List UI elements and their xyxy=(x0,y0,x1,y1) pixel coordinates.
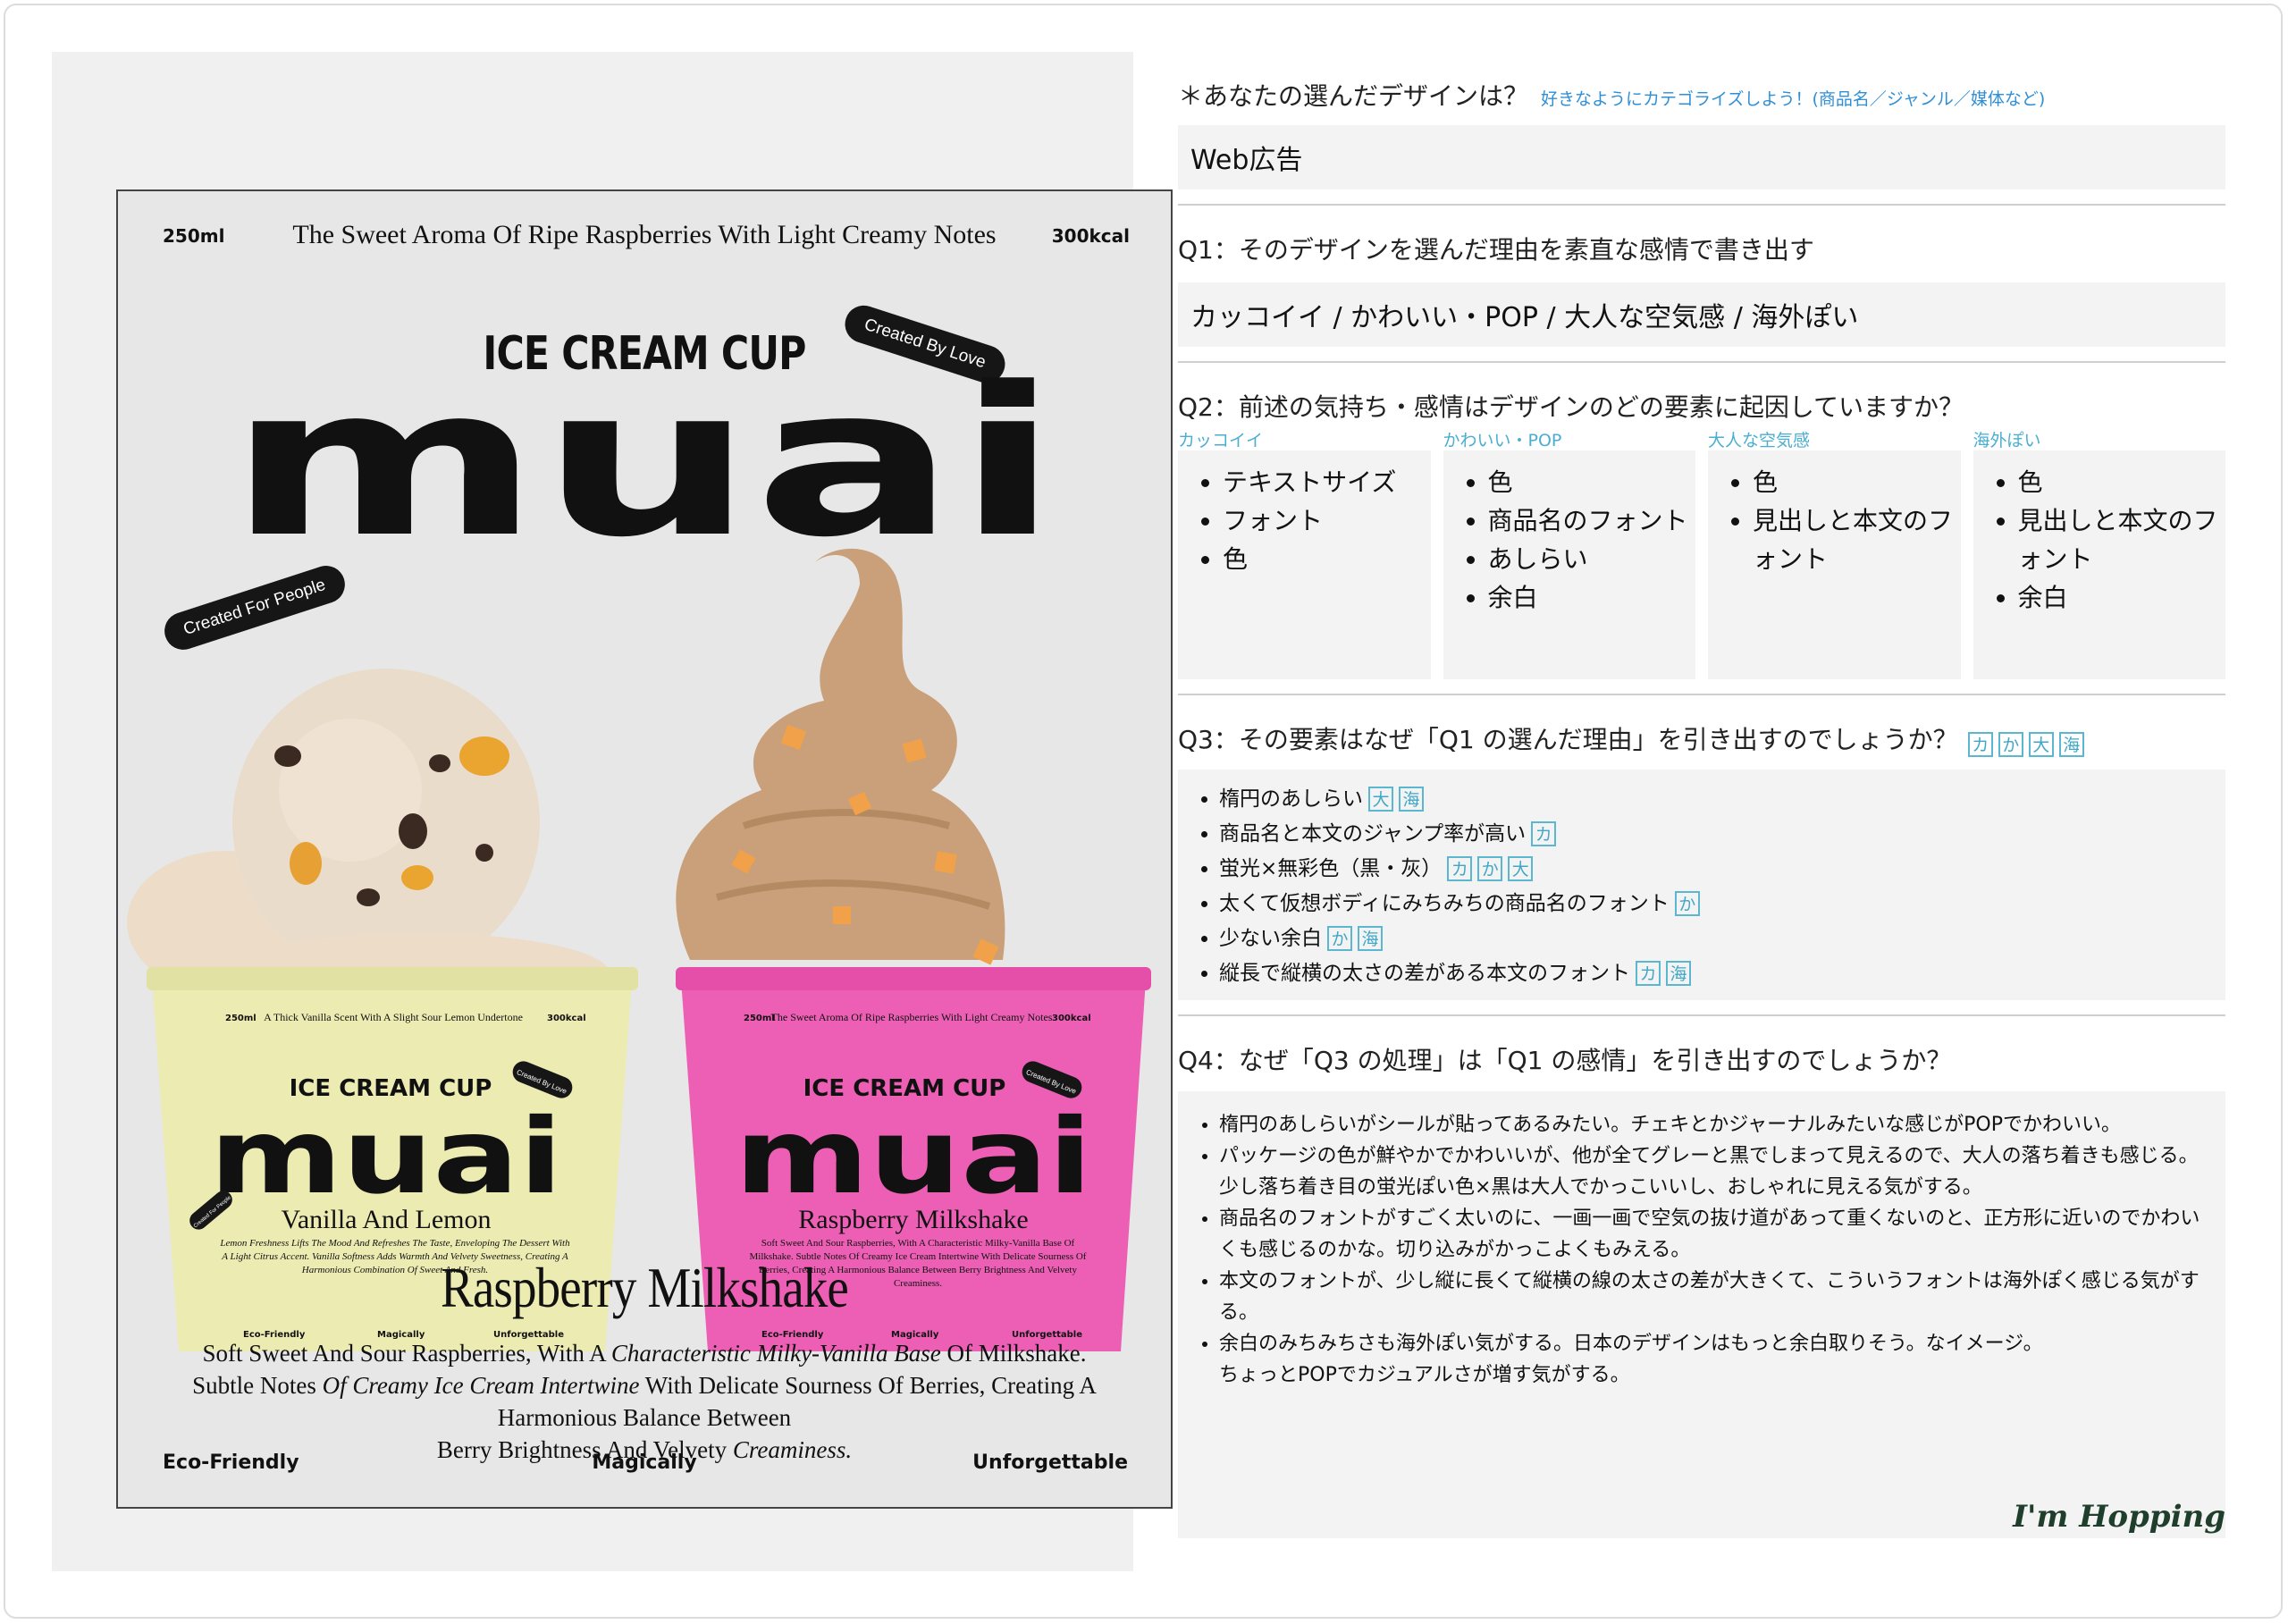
product-photo: 250ml A Thick Vanilla Scent With A Sligh… xyxy=(127,548,1151,1351)
tag: か xyxy=(1327,926,1352,951)
poster-tagline: The Sweet Aroma Of Ripe Raspberries With… xyxy=(292,220,997,249)
analysis-form: ＊あなたの選んだデザインは？ 好きなようにカテゴライズしよう！(商品名／ジャンル／… xyxy=(1178,52,2225,1538)
tag: か xyxy=(1477,856,1503,881)
list-item: 商品名のフォントがすごく太いのに、一画一画で空気の抜け道があって重くないのと、正… xyxy=(1219,1203,2216,1266)
left-cup-volume: 250ml xyxy=(225,1014,257,1023)
q2-column-box[interactable]: テキストサイズ フォント 色 xyxy=(1178,450,1431,679)
q2-column-box[interactable]: 色 商品名のフォント あしらい 余白 xyxy=(1443,450,1695,679)
list-item: 余白のみちみちさも海外ぽい気がする。日本のデザインはもっと余白取りそう。なイメー… xyxy=(1219,1328,2216,1391)
right-cup-flavor: Raspberry Milkshake xyxy=(798,1205,1028,1234)
poster-calories: 300kcal xyxy=(1051,225,1130,247)
divider xyxy=(1178,204,2225,206)
list-item: 楕円のあしらいがシールが貼ってあるみたい。チェキとかジャーナルみたいな感じがPO… xyxy=(1219,1109,2216,1140)
q4-answer-box[interactable]: 楕円のあしらいがシールが貼ってあるみたい。チェキとかジャーナルみたいな感じがPO… xyxy=(1178,1090,2225,1538)
left-cup-tagline: A Thick Vanilla Scent With A Slight Sour… xyxy=(264,1011,523,1023)
tag: カ xyxy=(1636,961,1661,986)
list-item: 蛍光×無彩色（黒・灰）カか大 xyxy=(1219,852,2216,887)
raspberry-swirl xyxy=(676,548,1005,965)
q2-column-cool: カッコイイ テキストサイズ フォント 色 xyxy=(1178,427,1431,679)
list-item: 楕円のあしらい大海 xyxy=(1219,782,2216,817)
left-cup-calories: 300kcal xyxy=(547,1014,586,1023)
divider xyxy=(1178,361,2225,363)
q2-column-box[interactable]: 色 見出しと本文のフォント 余白 xyxy=(1973,450,2225,679)
divider xyxy=(1178,694,2225,695)
left-cup-flavor: Vanilla And Lemon xyxy=(282,1205,492,1234)
q0-row: ＊あなたの選んだデザインは？ 好きなようにカテゴライズしよう！(商品名／ジャンル／… xyxy=(1178,77,2225,120)
q3-row: Q3：その要素はなぜ「Q1 の選んだ理由」を引き出すのでしょうか？ カか大海 xyxy=(1178,720,2225,757)
tag: カ xyxy=(1531,821,1557,846)
bottom-unforgettable: Unforgettable xyxy=(972,1452,1128,1474)
q2-label: Q2：前述の気持ち・感情はデザインのどの要素に起因していますか？ xyxy=(1178,392,1964,422)
list-item: 色 xyxy=(1223,540,1426,578)
q0-label: ＊あなたの選んだデザインは？ xyxy=(1178,81,1529,111)
list-item: 色 xyxy=(1488,463,1691,501)
poster: 250ml The Sweet Aroma Of Ripe Raspberrie… xyxy=(116,189,1173,1509)
legend-tag: 海 xyxy=(2058,731,2084,757)
tag: 大 xyxy=(1508,856,1534,881)
q3-answer-box[interactable]: 楕円のあしらい大海 商品名と本文のジャンプ率が高いカ 蛍光×無彩色（黒・灰）カか… xyxy=(1178,769,2225,1000)
list-item: 商品名と本文のジャンプ率が高いカ xyxy=(1219,817,2216,852)
list-item: 少ない余白か海 xyxy=(1219,921,2216,956)
tag: 海 xyxy=(1358,926,1383,951)
q0-hint: 好きなようにカテゴライズしよう！(商品名／ジャンル／媒体など) xyxy=(1541,89,2046,109)
list-item: テキストサイズ xyxy=(1223,463,1426,501)
right-cup-volume: 250ml xyxy=(744,1014,775,1023)
list-item: 縦長で縦横の太さの差がある本文のフォントカ海 xyxy=(1219,956,2216,991)
list-item: 本文のフォントが、少し縦に長くて縦横の線の太さの差が大きくて、こういうフォントは… xyxy=(1219,1266,2216,1328)
tag: 海 xyxy=(1666,961,1691,986)
tag: 海 xyxy=(1399,787,1424,812)
tag: 大 xyxy=(1368,787,1393,812)
list-item: 色 xyxy=(1753,463,1956,501)
poster-panel: 250ml The Sweet Aroma Of Ripe Raspberrie… xyxy=(52,52,1173,1571)
tag: か xyxy=(1674,891,1700,916)
list-item: 色 xyxy=(2018,463,2221,501)
list-item: フォント xyxy=(1223,501,1426,540)
right-cup-calories: 300kcal xyxy=(1052,1014,1091,1023)
q2-column-cute: かわいい・POP 色 商品名のフォント あしらい 余白 xyxy=(1443,427,1695,679)
brand-logo: muai xyxy=(228,374,1059,544)
q1-answer[interactable]: カッコイイ / かわいい・POP / 大人な空気感 / 海外ぽい xyxy=(1178,282,2225,347)
list-item: パッケージの色が鮮やかでかわいいが、他が全てグレーと黒でしまって見えるので、大人… xyxy=(1219,1140,2216,1203)
list-item: 太くて仮想ボディにみちみちの商品名のフォントか xyxy=(1219,887,2216,921)
brand-logo-text: muai xyxy=(228,374,1059,544)
signature: I'm Hopping xyxy=(2013,1498,2225,1535)
legend-tag: 大 xyxy=(2028,731,2054,757)
q2-column-label: 海外ぽい xyxy=(1973,431,2041,450)
q2-column-box[interactable]: 色 見出しと本文のフォント xyxy=(1708,450,1961,679)
q3-label: Q3：その要素はなぜ「Q1 の選んだ理由」を引き出すのでしょうか？ xyxy=(1178,725,1958,754)
list-item: 余白 xyxy=(1488,578,1691,617)
q2-column-label: かわいい・POP xyxy=(1443,431,1562,450)
legend-tag: か xyxy=(1998,731,2023,757)
list-item: 見出しと本文のフォント xyxy=(2018,501,2221,578)
left-cup-brand: muai xyxy=(210,1097,563,1217)
tag: カ xyxy=(1447,856,1473,881)
q2-column-label: カッコイイ xyxy=(1178,431,1264,450)
list-item: 見出しと本文のフォント xyxy=(1753,501,1956,578)
legend-tag: カ xyxy=(1967,731,1993,757)
q2-column-label: 大人な空気感 xyxy=(1708,431,1811,450)
list-item: あしらい xyxy=(1488,540,1691,578)
q2-column-foreign: 海外ぽい 色 見出しと本文のフォント 余白 xyxy=(1973,427,2225,679)
q2-columns: カッコイイ テキストサイズ フォント 色 かわいい・POP 色 商品名のフォント… xyxy=(1178,427,2225,679)
q2-column-mature: 大人な空気感 色 見出しと本文のフォント xyxy=(1708,427,1961,679)
divider xyxy=(1178,1014,2225,1016)
q0-answer[interactable]: Web広告 xyxy=(1178,125,2225,189)
vanilla-scoop xyxy=(127,669,610,1014)
right-cup-tagline: The Sweet Aroma Of Ripe Raspberries With… xyxy=(771,1011,1053,1023)
product-description: Soft Sweet And Sour Raspberries, With A … xyxy=(192,1340,1097,1463)
q1-label: Q1：そのデザインを選んだ理由を素直な感情で書き出す xyxy=(1178,235,1814,265)
list-item: 商品名のフォント xyxy=(1488,501,1691,540)
right-cup-brand: muai xyxy=(735,1097,1092,1217)
list-item: 余白 xyxy=(2018,578,2221,617)
product-title: Raspberry Milkshake xyxy=(441,1256,849,1319)
q4-label: Q4：なぜ「Q3 の処理」は「Q1 の感情」を引き出すのでしょうか？ xyxy=(1178,1045,1952,1075)
